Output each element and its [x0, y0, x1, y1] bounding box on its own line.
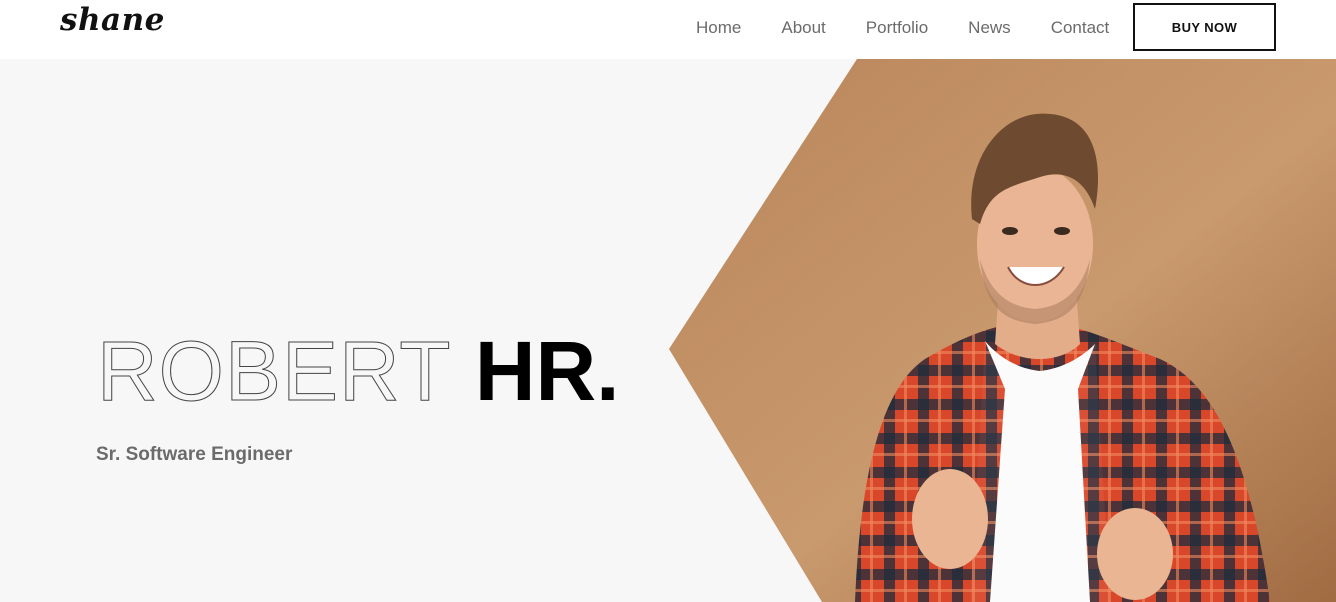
- nav-link-news[interactable]: News: [968, 16, 1011, 40]
- nav-link-about[interactable]: About: [781, 16, 825, 40]
- nav-link-portfolio[interactable]: Portfolio: [866, 16, 928, 40]
- hero-title-outline: ROBERT: [97, 324, 452, 418]
- hero-title: ROBERT HR.: [97, 329, 620, 414]
- hero-subtitle: Sr. Software Engineer: [96, 444, 293, 465]
- buy-now-button[interactable]: BUY NOW: [1133, 3, 1276, 51]
- hero-section: ROBERT HR. Sr. Software Engineer: [0, 59, 1336, 602]
- main-nav: Home About Portfolio News Contact: [676, 16, 1129, 40]
- site-logo[interactable]: shane: [60, 2, 165, 38]
- nav-link-contact[interactable]: Contact: [1051, 16, 1110, 40]
- hero-title-solid: HR.: [474, 324, 620, 418]
- navbar: shane Home About Portfolio News Contact …: [0, 0, 1336, 59]
- nav-link-home[interactable]: Home: [696, 16, 741, 40]
